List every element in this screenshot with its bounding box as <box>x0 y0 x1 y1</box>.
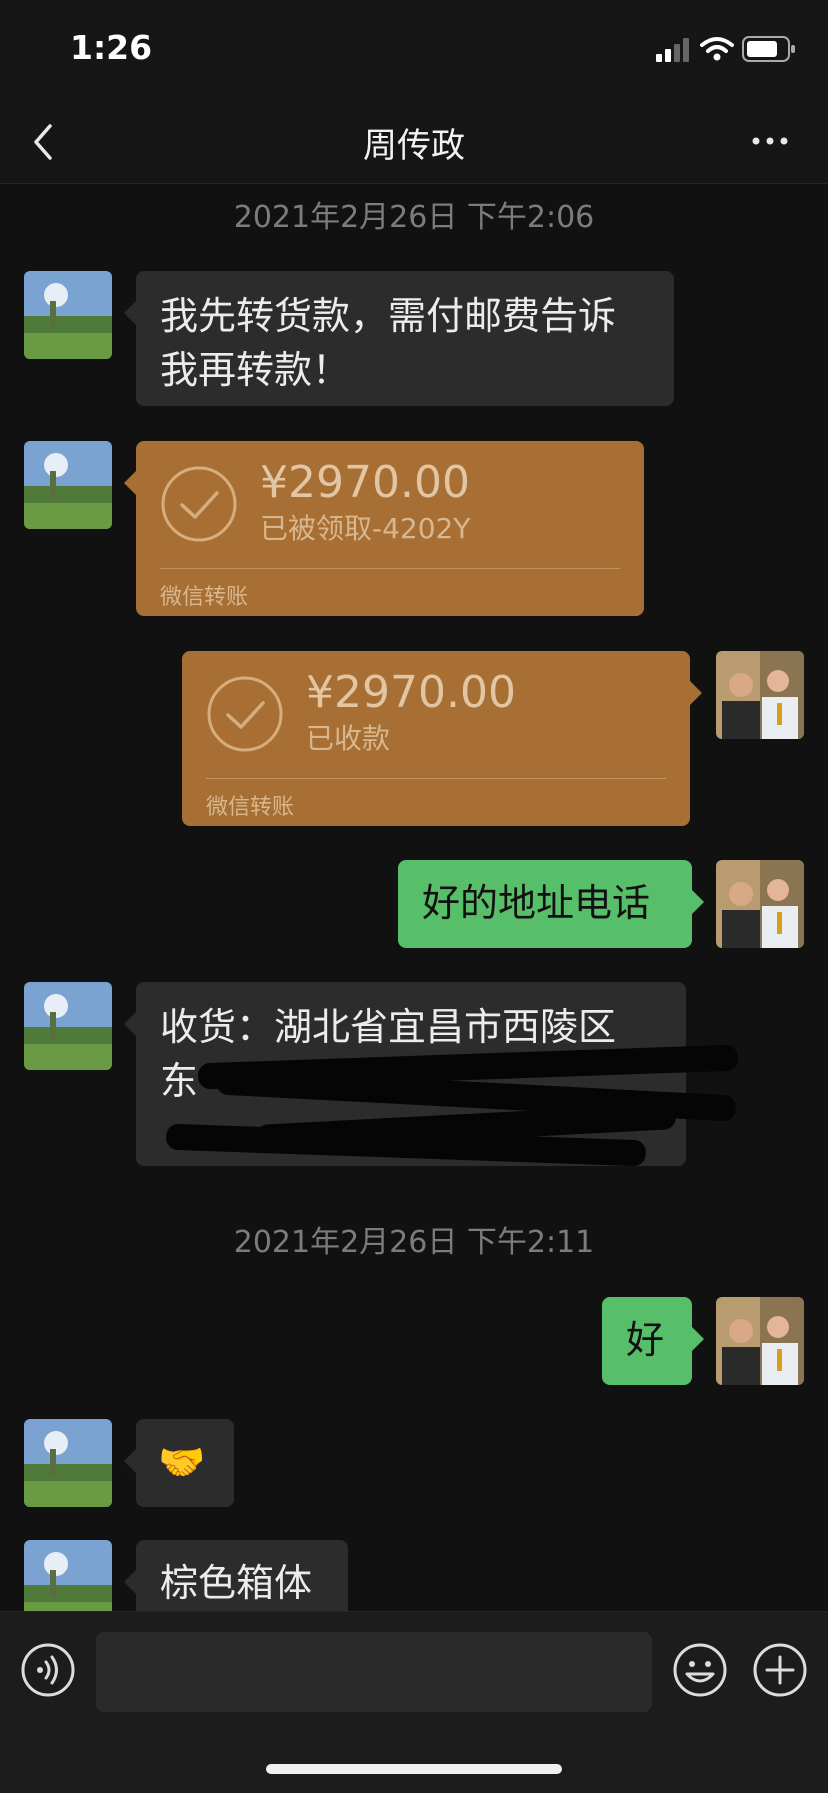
transfer-amount: ¥2970.00 <box>306 667 516 718</box>
voice-icon[interactable] <box>20 1642 76 1698</box>
divider <box>206 778 666 779</box>
timestamp: 2021年2月26日 下午2:11 <box>233 1225 595 1260</box>
transfer-amount: ¥2970.00 <box>260 457 470 508</box>
emoji-icon[interactable] <box>672 1642 728 1698</box>
transfer-card[interactable]: ¥2970.00 已被领取-4202Y 微信转账 <box>124 441 644 616</box>
more-icon[interactable] <box>750 134 790 148</box>
chat-area[interactable]: 2021年2月26日 下午2:06 我先转货款，需付邮费告诉 我再转款！ ¥29… <box>0 184 828 1611</box>
check-circle-icon <box>161 466 237 542</box>
my-avatar[interactable] <box>716 1297 804 1385</box>
contact-avatar[interactable] <box>24 982 112 1070</box>
message-text: 我先转货款，需付邮费告诉 <box>160 294 617 338</box>
battery-icon <box>742 36 795 62</box>
status-bar: 1:26 <box>0 0 828 100</box>
message-text: 好 <box>626 1318 665 1362</box>
message-text: 棕色箱体 <box>160 1561 313 1605</box>
status-time: 1:26 <box>70 28 153 67</box>
contact-avatar[interactable] <box>24 441 112 529</box>
my-avatar[interactable] <box>716 860 804 948</box>
transfer-status: 已收款 <box>306 722 391 755</box>
divider <box>160 568 620 569</box>
transfer-label: 微信转账 <box>206 795 295 820</box>
home-indicator <box>266 1764 562 1774</box>
message-bubble[interactable]: 🤝 <box>124 1419 234 1507</box>
message-text: 好的地址电话 <box>422 881 651 925</box>
transfer-status: 已被领取-4202Y <box>260 512 471 545</box>
add-icon[interactable] <box>752 1642 808 1698</box>
contact-avatar[interactable] <box>24 1540 112 1611</box>
wifi-icon <box>700 37 734 61</box>
timestamp: 2021年2月26日 下午2:06 <box>233 200 595 235</box>
message-bubble[interactable]: 好的地址电话 <box>398 860 704 948</box>
transfer-label: 微信转账 <box>160 585 249 610</box>
signal-icon <box>656 38 690 62</box>
check-circle-icon <box>207 676 283 752</box>
contact-avatar[interactable] <box>24 271 112 359</box>
chat-title: 周传政 <box>363 126 465 166</box>
message-bubble[interactable]: 好 <box>602 1297 704 1385</box>
message-text: 🤝 <box>158 1440 206 1484</box>
my-avatar[interactable] <box>716 651 804 739</box>
nav-bar: 周传政 <box>0 100 828 184</box>
message-text: 我再转款！ <box>160 348 351 392</box>
input-bar <box>0 1611 828 1793</box>
message-bubble[interactable]: 棕色箱体 <box>124 1540 348 1611</box>
message-bubble[interactable]: 我先转货款，需付邮费告诉 我再转款！ <box>124 271 674 406</box>
contact-avatar[interactable] <box>24 1419 112 1507</box>
message-text: 收货：湖北省宜昌市西陵区 <box>160 1005 617 1049</box>
message-input[interactable] <box>96 1632 652 1712</box>
transfer-card[interactable]: ¥2970.00 已收款 微信转账 <box>182 651 702 826</box>
message-bubble[interactable]: 收货：湖北省宜昌市西陵区 东 <box>124 982 739 1167</box>
